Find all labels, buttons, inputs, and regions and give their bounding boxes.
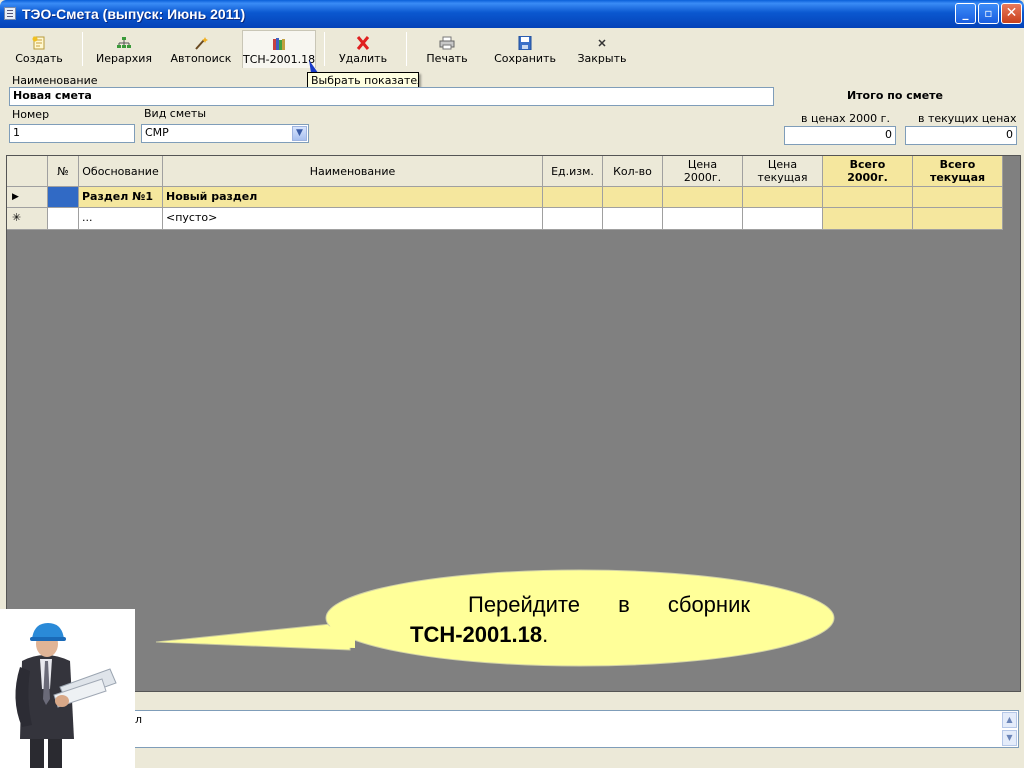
engineer-character-icon <box>15 623 117 768</box>
name-input[interactable]: Новая смета <box>9 87 774 106</box>
speech-bubble-line1: Перейдите в сборник <box>410 590 750 620</box>
totals-title: Итого по смете <box>846 89 944 102</box>
close-label: Закрыть <box>577 52 627 65</box>
window-title: ТЭО-Смета (выпуск: Июнь 2011) <box>22 6 246 22</box>
print-label: Печать <box>426 52 468 65</box>
helper-character-panel <box>0 609 135 768</box>
table-row-price-2000-cell[interactable] <box>663 208 743 230</box>
save-button[interactable]: Сохранить <box>494 30 556 68</box>
estimate-type-select[interactable]: СМР ▼ <box>141 124 309 143</box>
table-row-name-cell[interactable]: Новый раздел <box>163 187 543 208</box>
col-header-total-2000-line1: Всего <box>849 158 886 171</box>
totals-current-label: в текущих ценах <box>918 112 1017 125</box>
number-input[interactable]: 1 <box>9 124 135 143</box>
col-header-total-current-line1: Всего <box>939 158 976 171</box>
table-row-total-2000-cell[interactable] <box>823 208 913 230</box>
maximize-button[interactable]: ▫ <box>978 3 999 24</box>
speech-bubble-text: Перейдите в сборник ТСН-2001.18. <box>410 590 750 650</box>
col-header-price-2000[interactable]: Цена 2000г. <box>663 156 743 187</box>
title-bar: ТЭО-Смета (выпуск: Июнь 2011) _ ▫ ✕ <box>0 0 1024 28</box>
print-button[interactable]: Печать <box>418 30 476 68</box>
col-header-total-current[interactable]: Всего текущая <box>913 156 1003 187</box>
minimize-button[interactable]: _ <box>955 3 976 24</box>
col-header-basis[interactable]: Обоснование <box>79 156 163 187</box>
col-header-price-2000-line1: Цена <box>687 158 718 171</box>
table-row-qty-cell[interactable] <box>603 208 663 230</box>
chevron-down-icon[interactable]: ▼ <box>292 126 307 141</box>
bubble-word: Перейдите <box>468 592 580 617</box>
totals-2000-field: 0 <box>784 126 896 145</box>
delete-button[interactable]: Удалить <box>332 30 394 68</box>
row-selector-current[interactable]: ▶ <box>7 187 48 208</box>
close-x-icon <box>594 36 610 50</box>
table-row-unit-cell[interactable] <box>543 208 603 230</box>
col-header-total-2000[interactable]: Всего 2000г. <box>823 156 913 187</box>
toolbar-separator <box>324 32 325 66</box>
books-icon <box>271 37 287 51</box>
bubble-bold-text: ТСН-2001.18 <box>410 622 543 647</box>
scroll-down-arrow-icon[interactable]: ▼ <box>1002 730 1017 746</box>
toolbar: Создать Иерархия Автопоиск ТСН-2001.18 У… <box>0 28 1024 68</box>
col-header-num[interactable]: № <box>48 156 79 187</box>
create-button[interactable]: Создать <box>8 30 70 68</box>
row-selector-new[interactable]: ✳ <box>7 208 48 230</box>
col-header-total-current-line2: текущая <box>929 171 986 184</box>
col-header-price-2000-line2: 2000г. <box>683 171 722 184</box>
table-row-basis-cell[interactable]: Раздел №1 <box>79 187 163 208</box>
estimate-type-label: Вид сметы <box>144 107 207 120</box>
table-row-price-current-cell[interactable] <box>743 187 823 208</box>
app-icon <box>4 7 16 20</box>
close-button[interactable]: Закрыть <box>572 30 632 68</box>
estimate-type-value: СМР <box>145 126 169 139</box>
autosearch-button[interactable]: Автопоиск <box>170 30 232 68</box>
table-row-price-2000-cell[interactable] <box>663 187 743 208</box>
create-label: Создать <box>15 52 63 65</box>
bubble-word: сборник <box>667 592 750 617</box>
col-header-qty[interactable]: Кол-во <box>603 156 663 187</box>
autosearch-label: Автопоиск <box>170 52 232 65</box>
table-row-total-current-cell[interactable] <box>913 187 1003 208</box>
table-row-total-current-cell[interactable] <box>913 208 1003 230</box>
hierarchy-button[interactable]: Иерархия <box>92 30 156 68</box>
table-row-num-cell[interactable] <box>48 187 79 208</box>
printer-icon <box>439 36 455 50</box>
grid-corner <box>7 156 48 187</box>
table-row-basis-cell[interactable]: ... <box>79 208 163 230</box>
notes-textarea[interactable]: л ▲ ▼ <box>134 710 1019 748</box>
toolbar-separator <box>82 32 83 66</box>
notes-text: л <box>135 713 143 726</box>
bubble-word: в <box>618 592 630 617</box>
table-row-name-cell[interactable]: <пусто> <box>163 208 543 230</box>
hierarchy-label: Иерархия <box>96 52 152 65</box>
save-label: Сохранить <box>494 52 556 65</box>
table-row-total-2000-cell[interactable] <box>823 187 913 208</box>
col-header-name[interactable]: Наименование <box>163 156 543 187</box>
totals-current-field: 0 <box>905 126 1017 145</box>
delete-label: Удалить <box>338 52 388 65</box>
new-document-icon <box>31 36 47 50</box>
name-label: Наименование <box>12 74 98 87</box>
totals-2000-label: в ценах 2000 г. <box>801 112 890 125</box>
col-header-price-current-line2: текущая <box>757 171 808 184</box>
table-row-price-current-cell[interactable] <box>743 208 823 230</box>
speech-bubble-line2: ТСН-2001.18. <box>410 620 750 650</box>
col-header-price-current-line1: Цена <box>767 158 798 171</box>
scroll-up-arrow-icon[interactable]: ▲ <box>1002 712 1017 728</box>
table-row-unit-cell[interactable] <box>543 187 603 208</box>
col-header-unit[interactable]: Ед.изм. <box>543 156 603 187</box>
table-row-num-cell[interactable] <box>48 208 79 230</box>
col-header-total-2000-line2: 2000г. <box>847 171 888 184</box>
close-window-button[interactable]: ✕ <box>1001 3 1022 24</box>
hierarchy-icon <box>116 36 132 50</box>
toolbar-separator <box>406 32 407 66</box>
magic-wand-icon <box>193 36 209 50</box>
floppy-disk-icon <box>517 35 533 51</box>
table-row-qty-cell[interactable] <box>603 187 663 208</box>
delete-x-icon <box>355 36 371 50</box>
bubble-tail-text: . <box>542 622 549 647</box>
number-label: Номер <box>12 108 50 121</box>
col-header-price-current[interactable]: Цена текущая <box>743 156 823 187</box>
